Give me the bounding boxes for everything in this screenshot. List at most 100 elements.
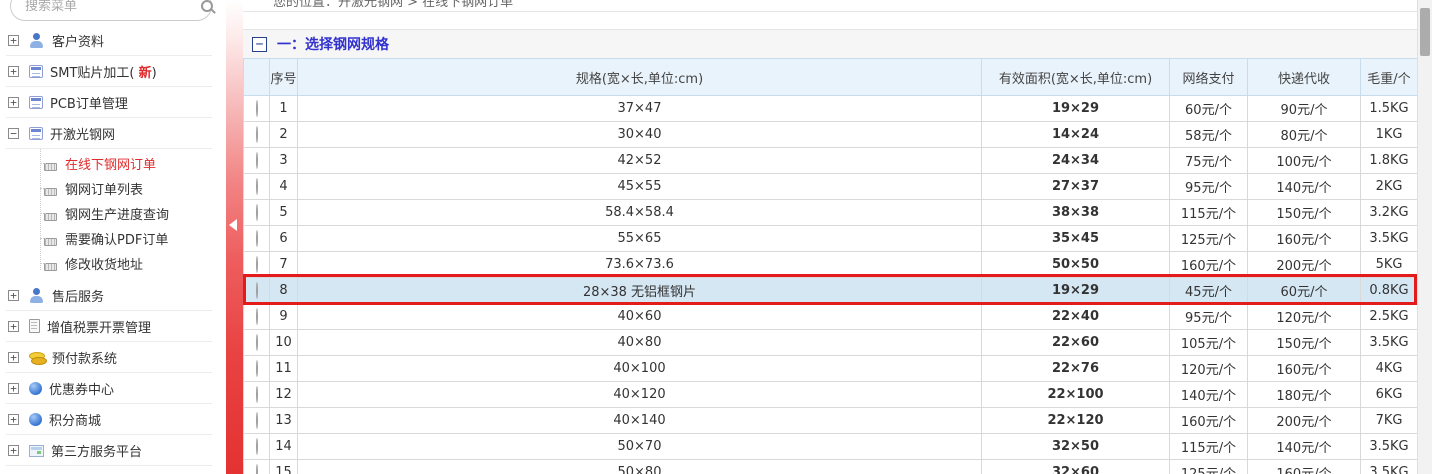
sidebar-menu-item[interactable]: + 积分商城 [6,404,212,435]
sidebar-menu-item[interactable]: + 售后服务 [6,280,212,311]
radio-cell [244,200,270,226]
spec-radio[interactable] [256,438,258,455]
table-row[interactable]: 10 40×80 22×60 105元/个 150元/个 3.5KG [244,330,1418,356]
spec-radio[interactable] [256,256,258,273]
index-cell: 4 [270,174,298,200]
menu-item-icon [29,319,40,333]
area-cell: 32×60 [982,460,1170,474]
menu-search-box[interactable] [10,0,212,21]
pay-link[interactable]: 95元/个 [1170,304,1248,330]
sidebar-submenu-item[interactable]: 修改收货地址 [0,251,226,276]
sidebar-menu-item[interactable]: − 开激光钢网 [6,118,212,149]
sidebar-menu-item[interactable]: + SMT贴片加工( 新) [6,56,212,87]
pay-link[interactable]: 58元/个 [1170,122,1248,148]
area-cell: 32×50 [982,434,1170,460]
scrollbar-thumb[interactable] [1420,8,1430,56]
submenu-item-label: 需要确认PDF订单 [65,229,168,248]
spec-radio[interactable] [256,282,258,299]
spec-radio[interactable] [256,334,258,351]
pay-link[interactable]: 160元/个 [1170,408,1248,434]
table-row[interactable]: 1 37×47 19×29 60元/个 90元/个 1.5KG [244,96,1418,122]
table-row[interactable]: 3 42×52 24×34 75元/个 100元/个 1.8KG [244,148,1418,174]
pay-link[interactable]: 125元/个 [1170,460,1248,474]
spec-radio[interactable] [256,412,258,429]
search-icon[interactable] [201,0,213,12]
search-input[interactable] [11,0,201,14]
sidebar-menu-item[interactable]: + PCB订单管理 [6,87,212,118]
cod-cell: 120元/个 [1248,304,1361,330]
cod-cell: 200元/个 [1248,252,1361,278]
table-row[interactable]: 12 40×120 22×100 140元/个 180元/个 6KG [244,382,1418,408]
sidebar-menu-item[interactable]: + 优惠券中心 [6,373,212,404]
expand-toggle-icon[interactable]: − [8,128,19,139]
pay-link[interactable]: 120元/个 [1170,356,1248,382]
sidebar-submenu-item[interactable]: 需要确认PDF订单 [0,226,226,251]
spec-radio[interactable] [256,178,258,195]
spec-radio[interactable] [256,126,258,143]
pay-link[interactable]: 125元/个 [1170,226,1248,252]
pay-link[interactable]: 115元/个 [1170,200,1248,226]
cod-cell: 180元/个 [1248,382,1361,408]
table-row[interactable]: 7 73.6×73.6 50×50 160元/个 200元/个 5KG [244,252,1418,278]
area-cell: 24×34 [982,148,1170,174]
table-row[interactable]: 4 45×55 27×37 95元/个 140元/个 2KG [244,174,1418,200]
table-row[interactable]: 8 28×38 无铝框钢片 19×29 45元/个 60元/个 0.8KG [244,278,1418,304]
sidebar-menu-item[interactable]: + 第三方服务平台 [6,435,212,466]
table-row[interactable]: 6 55×65 35×45 125元/个 160元/个 3.5KG [244,226,1418,252]
menu-item-label: PCB订单管理 [50,93,128,112]
pay-link[interactable]: 60元/个 [1170,96,1248,122]
expand-toggle-icon[interactable]: + [8,290,19,301]
table-row[interactable]: 5 58.4×58.4 38×38 115元/个 150元/个 3.2KG [244,200,1418,226]
expand-toggle-icon[interactable]: + [8,383,19,394]
area-cell: 35×45 [982,226,1170,252]
expand-toggle-icon[interactable]: + [8,445,19,456]
spec-radio[interactable] [256,386,258,403]
cod-cell: 160元/个 [1248,356,1361,382]
menu-item-icon [29,288,45,303]
pay-link[interactable]: 140元/个 [1170,382,1248,408]
expand-toggle-icon[interactable]: + [8,66,19,77]
pay-link[interactable]: 115元/个 [1170,434,1248,460]
sidebar-menu-item[interactable]: + 增值税票开票管理 [6,311,212,342]
radio-cell [244,304,270,330]
vertical-scrollbar[interactable] [1417,0,1432,474]
table-row[interactable]: 11 40×100 22×76 120元/个 160元/个 4KG [244,356,1418,382]
spec-radio[interactable] [256,360,258,377]
section-collapse-icon[interactable]: − [252,37,267,52]
sidebar-divider-strip [226,0,243,474]
spec-radio[interactable] [256,100,258,117]
expand-toggle-icon[interactable]: + [8,414,19,425]
table-row[interactable]: 13 40×140 22×120 160元/个 200元/个 7KG [244,408,1418,434]
pay-link[interactable]: 160元/个 [1170,252,1248,278]
cod-cell: 160元/个 [1248,226,1361,252]
header-weight: 毛重/个 [1361,59,1418,96]
sidebar-menu-item[interactable]: + 预付款系统 [6,342,212,373]
spec-cell: 40×80 [298,330,982,356]
sidebar-collapse-arrow-icon[interactable] [229,219,237,231]
pay-link[interactable]: 95元/个 [1170,174,1248,200]
table-header-row: 序号 规格(宽×长,单位:cm) 有效面积(宽×长,单位:cm) 网络支付 快递… [244,59,1418,96]
expand-toggle-icon[interactable]: + [8,352,19,363]
table-row[interactable]: 2 30×40 14×24 58元/个 80元/个 1KG [244,122,1418,148]
spec-radio[interactable] [256,230,258,247]
pay-link[interactable]: 75元/个 [1170,148,1248,174]
expand-toggle-icon[interactable]: + [8,321,19,332]
spec-radio[interactable] [256,464,258,474]
radio-cell [244,122,270,148]
spec-radio[interactable] [256,308,258,325]
table-row[interactable]: 9 40×60 22×40 95元/个 120元/个 2.5KG [244,304,1418,330]
spec-cell: 28×38 无铝框钢片 [298,278,982,304]
main-content: 您的位置：开激光钢网 > 在线下钢网订单 − 一：选择钢网规格 序号 规格(宽×… [243,0,1417,474]
spec-radio[interactable] [256,152,258,169]
sidebar-submenu-item[interactable]: 钢网生产进度查询 [0,201,226,226]
spec-radio[interactable] [256,204,258,221]
table-row[interactable]: 15 50×80 32×60 125元/个 160元/个 3.5KG [244,460,1418,474]
sidebar-submenu-item[interactable]: 钢网订单列表 [0,176,226,201]
sidebar-menu-item[interactable]: + 客户资料 [6,25,212,56]
pay-link[interactable]: 45元/个 [1170,278,1248,304]
pay-link[interactable]: 105元/个 [1170,330,1248,356]
sidebar-submenu-item[interactable]: 在线下钢网订单 [0,151,226,176]
expand-toggle-icon[interactable]: + [8,35,19,46]
table-row[interactable]: 14 50×70 32×50 115元/个 140元/个 3.5KG [244,434,1418,460]
expand-toggle-icon[interactable]: + [8,97,19,108]
